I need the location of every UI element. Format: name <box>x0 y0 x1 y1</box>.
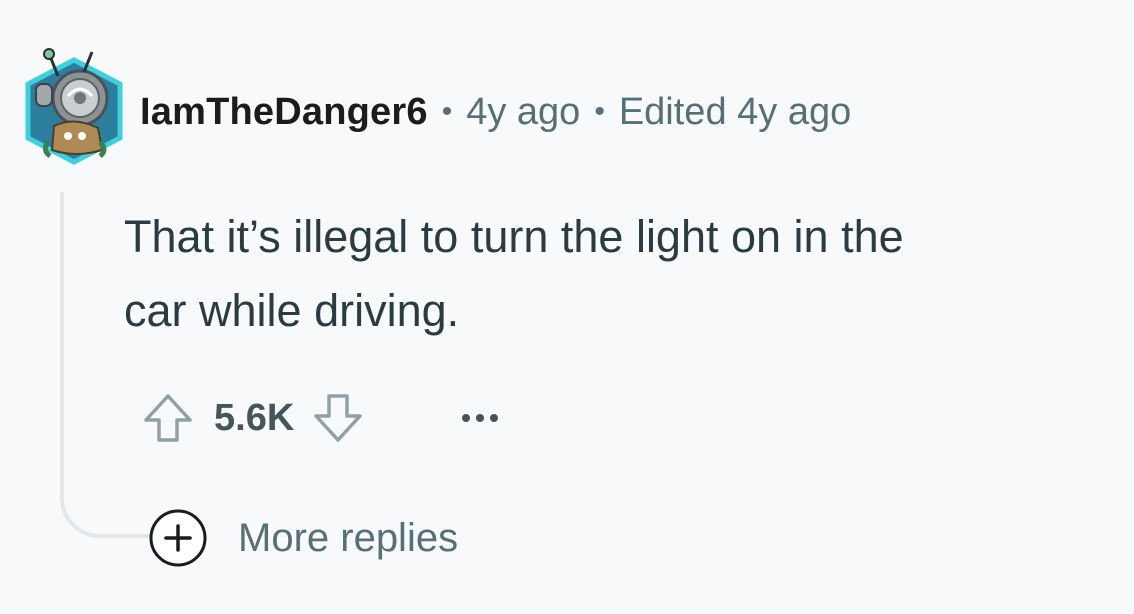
comment-meta: IamTheDanger6 • 4y ago • Edited 4y ago <box>140 86 851 138</box>
comment-body-line: car while driving. <box>124 285 460 336</box>
arrow-up-outline-icon <box>144 394 192 442</box>
username[interactable]: IamTheDanger6 <box>140 91 428 134</box>
edited-timestamp: Edited 4y ago <box>618 90 852 133</box>
avatar[interactable] <box>20 46 128 166</box>
three-dots-horizontal-icon <box>462 414 499 422</box>
avatar-image <box>25 48 123 165</box>
more-replies-button[interactable]: More replies <box>148 509 459 567</box>
vote-score: 5.6K <box>214 396 295 439</box>
comment-actions: 5.6K <box>136 386 510 450</box>
more-replies-label: More replies <box>238 515 459 560</box>
meta-separator: • <box>441 95 453 128</box>
arrow-down-outline-icon <box>314 394 363 442</box>
comment-body-line: That it’s illegal to turn the light on i… <box>124 211 904 262</box>
upvote-button[interactable] <box>136 386 200 450</box>
timestamp[interactable]: 4y ago <box>466 91 580 134</box>
downvote-button[interactable] <box>306 386 370 450</box>
more-options-button[interactable] <box>450 386 510 450</box>
comment-body: That it’s illegal to turn the light on i… <box>124 200 1114 348</box>
plus-circle-icon <box>149 509 207 567</box>
comment: IamTheDanger6 • 4y ago • Edited 4y ago T… <box>0 0 1134 614</box>
meta-separator: • <box>594 95 605 128</box>
